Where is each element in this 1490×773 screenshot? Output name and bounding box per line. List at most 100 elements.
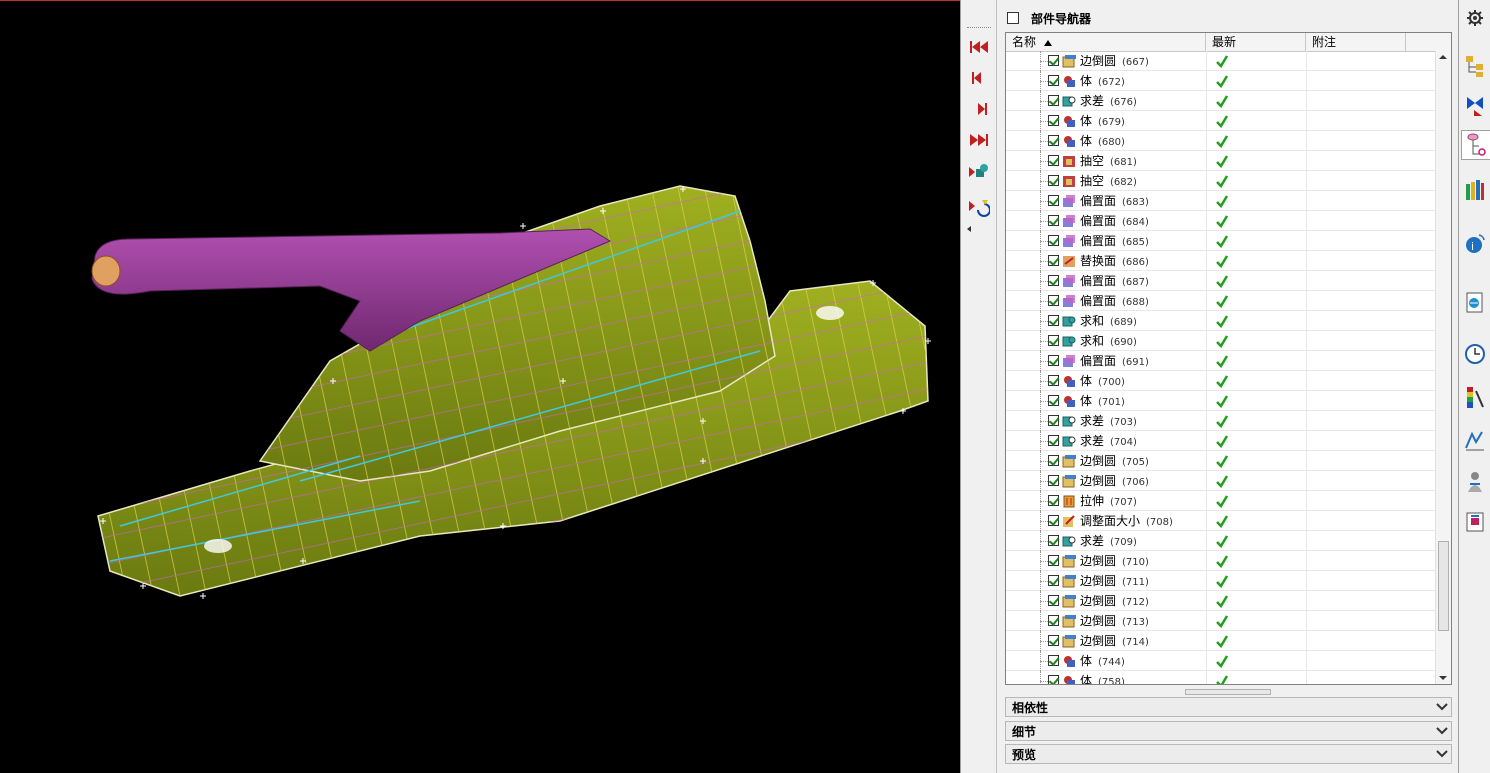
toolbar-grip[interactable] — [967, 27, 991, 30]
feature-visibility-checkbox[interactable] — [1048, 615, 1059, 626]
section-details[interactable]: 细节 — [1005, 721, 1452, 741]
feature-name-cell[interactable]: 偏置面 (687) — [1006, 271, 1206, 291]
feature-row[interactable]: 边倒圆 (714) — [1006, 631, 1435, 651]
scroll-down-icon[interactable] — [1439, 676, 1447, 680]
feature-visibility-checkbox[interactable] — [1048, 335, 1059, 346]
feature-row[interactable]: 求差 (704) — [1006, 431, 1435, 451]
feature-row[interactable]: 边倒圆 (706) — [1006, 471, 1435, 491]
feature-row[interactable]: 偏置面 (685) — [1006, 231, 1435, 251]
reuse-library-icon[interactable] — [1462, 176, 1488, 204]
feature-visibility-checkbox[interactable] — [1048, 355, 1059, 366]
feature-visibility-checkbox[interactable] — [1048, 535, 1059, 546]
feature-visibility-checkbox[interactable] — [1048, 515, 1059, 526]
feature-row[interactable]: 拉伸 (707) — [1006, 491, 1435, 511]
chevron-down-icon[interactable] — [1433, 722, 1451, 740]
feature-visibility-checkbox[interactable] — [1048, 575, 1059, 586]
feature-name-cell[interactable]: 求和 (690) — [1006, 331, 1206, 351]
tree-vertical-scrollbar[interactable] — [1435, 51, 1451, 684]
column-header-name[interactable]: 名称 — [1006, 33, 1206, 51]
feature-row[interactable]: 边倒圆 (710) — [1006, 551, 1435, 571]
model-render[interactable] — [0, 1, 960, 773]
feature-name-cell[interactable]: 边倒圆 (710) — [1006, 551, 1206, 571]
feature-row[interactable]: 偏置面 (691) — [1006, 351, 1435, 371]
feature-visibility-checkbox[interactable] — [1048, 655, 1059, 666]
feature-name-cell[interactable]: 边倒圆 (713) — [1006, 611, 1206, 631]
feature-name-cell[interactable]: 抽空 (681) — [1006, 151, 1206, 171]
feature-visibility-checkbox[interactable] — [1048, 55, 1059, 66]
feature-row[interactable]: 边倒圆 (711) — [1006, 571, 1435, 591]
scroll-thumb[interactable] — [1438, 541, 1449, 631]
feature-visibility-checkbox[interactable] — [1048, 75, 1059, 86]
feature-row[interactable]: 调整面大小 (708) — [1006, 511, 1435, 531]
process-studio-icon[interactable] — [1462, 426, 1488, 454]
feature-row[interactable]: 体 (680) — [1006, 131, 1435, 151]
history-icon[interactable] — [1462, 340, 1488, 368]
part-navigator-icon[interactable] — [1461, 130, 1490, 160]
feature-name-cell[interactable]: 替换面 (686) — [1006, 251, 1206, 271]
feature-visibility-checkbox[interactable] — [1048, 455, 1059, 466]
ug-online-icon[interactable] — [1462, 288, 1488, 316]
step-forward-icon[interactable] — [966, 98, 992, 120]
feature-name-cell[interactable]: 偏置面 (683) — [1006, 191, 1206, 211]
feature-name-cell[interactable]: 边倒圆 (714) — [1006, 631, 1206, 651]
feature-visibility-checkbox[interactable] — [1048, 475, 1059, 486]
assembly-navigator-icon[interactable] — [1462, 52, 1488, 80]
chevron-down-icon[interactable] — [1433, 745, 1451, 763]
feature-name-cell[interactable]: 体 (700) — [1006, 371, 1206, 391]
chevron-down-icon[interactable] — [1433, 698, 1451, 716]
feature-name-cell[interactable]: 体 (758) — [1006, 671, 1206, 684]
feature-visibility-checkbox[interactable] — [1048, 315, 1059, 326]
panel-splitter[interactable] — [1185, 689, 1271, 695]
feature-row[interactable]: 边倒圆 (667) — [1006, 51, 1435, 71]
feature-row[interactable]: 求和 (689) — [1006, 311, 1435, 331]
feature-name-cell[interactable]: 偏置面 (688) — [1006, 291, 1206, 311]
feature-tree[interactable]: 名称 最新 附注 边倒圆 (667) 体 (672) 求差 (676) 体 (679) 体 (68… — [1005, 32, 1452, 685]
feature-row[interactable]: 求差 (703) — [1006, 411, 1435, 431]
feature-row[interactable]: 体 (700) — [1006, 371, 1435, 391]
feature-visibility-checkbox[interactable] — [1048, 555, 1059, 566]
column-header-note[interactable]: 附注 — [1306, 33, 1406, 51]
feature-row[interactable]: 替换面 (686) — [1006, 251, 1435, 271]
feature-visibility-checkbox[interactable] — [1048, 115, 1059, 126]
feature-name-cell[interactable]: 边倒圆 (711) — [1006, 571, 1206, 591]
feature-visibility-checkbox[interactable] — [1048, 435, 1059, 446]
feature-row[interactable]: 体 (758) — [1006, 671, 1435, 684]
scroll-up-icon[interactable] — [1439, 55, 1447, 59]
make-current-icon[interactable] — [966, 160, 992, 182]
feature-row[interactable]: 偏置面 (687) — [1006, 271, 1435, 291]
feature-visibility-checkbox[interactable] — [1048, 95, 1059, 106]
feature-row[interactable]: 边倒圆 (705) — [1006, 451, 1435, 471]
feature-row[interactable]: 体 (701) — [1006, 391, 1435, 411]
feature-visibility-checkbox[interactable] — [1048, 675, 1059, 684]
feature-name-cell[interactable]: 求差 (703) — [1006, 411, 1206, 431]
web-browser-icon[interactable]: i — [1462, 230, 1488, 258]
feature-visibility-checkbox[interactable] — [1048, 235, 1059, 246]
fast-forward-icon[interactable] — [966, 129, 992, 151]
feature-row[interactable]: 体 (744) — [1006, 651, 1435, 671]
feature-visibility-checkbox[interactable] — [1048, 375, 1059, 386]
settings-gear-icon[interactable] — [1462, 4, 1488, 32]
feature-name-cell[interactable]: 偏置面 (684) — [1006, 211, 1206, 231]
section-preview[interactable]: 预览 — [1005, 744, 1452, 764]
feature-name-cell[interactable]: 求差 (704) — [1006, 431, 1206, 451]
feature-row[interactable]: 偏置面 (688) — [1006, 291, 1435, 311]
feature-row[interactable]: 边倒圆 (713) — [1006, 611, 1435, 631]
feature-name-cell[interactable]: 偏置面 (685) — [1006, 231, 1206, 251]
feature-name-cell[interactable]: 求和 (689) — [1006, 311, 1206, 331]
feature-row[interactable]: 求差 (676) — [1006, 91, 1435, 111]
graphics-viewport[interactable] — [0, 0, 960, 773]
feature-visibility-checkbox[interactable] — [1048, 295, 1059, 306]
feature-row[interactable]: 体 (672) — [1006, 71, 1435, 91]
feature-row[interactable]: 求和 (690) — [1006, 331, 1435, 351]
feature-name-cell[interactable]: 体 (680) — [1006, 131, 1206, 151]
visualization-palette-icon[interactable] — [1462, 384, 1488, 412]
feature-name-cell[interactable]: 边倒圆 (712) — [1006, 591, 1206, 611]
feature-name-cell[interactable]: 体 (679) — [1006, 111, 1206, 131]
feature-visibility-checkbox[interactable] — [1048, 255, 1059, 266]
feature-name-cell[interactable]: 偏置面 (691) — [1006, 351, 1206, 371]
system-scenes-icon[interactable] — [1462, 508, 1488, 536]
feature-row[interactable]: 体 (679) — [1006, 111, 1435, 131]
feature-name-cell[interactable]: 边倒圆 (706) — [1006, 471, 1206, 491]
feature-visibility-checkbox[interactable] — [1048, 635, 1059, 646]
feature-row[interactable]: 抽空 (681) — [1006, 151, 1435, 171]
